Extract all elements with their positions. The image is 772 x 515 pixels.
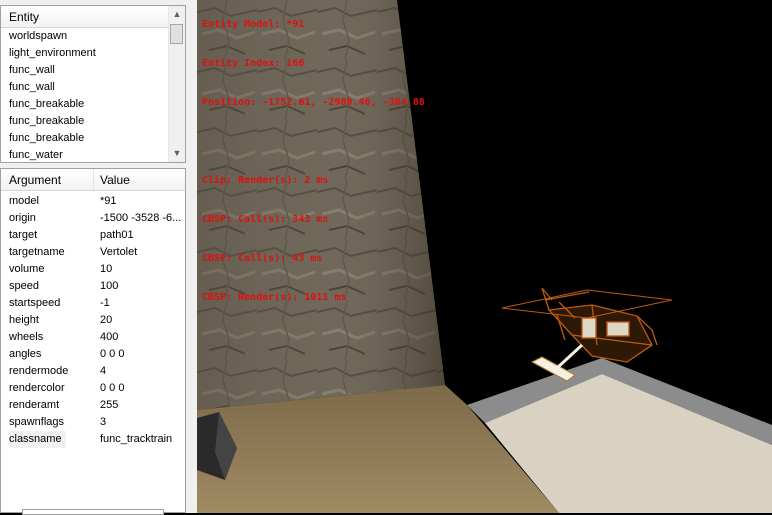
table-row[interactable]: speed 100 xyxy=(1,278,185,295)
hud-stat: Clip: Render(s): 2 ms xyxy=(202,175,329,186)
argument-value[interactable]: 0 0 0 xyxy=(100,346,184,363)
argument-key: classname xyxy=(9,431,66,448)
argument-value[interactable]: *91 xyxy=(100,193,184,210)
hud-entity-index: Entity Index: 166 xyxy=(202,58,305,69)
entity-list-scrollbar[interactable]: ▲ ▼ xyxy=(168,6,185,162)
argument-key: model xyxy=(9,195,39,207)
argument-key: target xyxy=(9,229,38,241)
argument-value[interactable]: 255 xyxy=(100,397,184,414)
argument-value[interactable]: 0 0 0 xyxy=(100,380,184,397)
scrollbar-thumb[interactable] xyxy=(170,24,183,44)
value-edit-field[interactable] xyxy=(22,509,164,515)
entity-list-item[interactable]: func_wall xyxy=(1,79,169,96)
hud-stat: CBSP: Call(s): 343 ms xyxy=(202,214,329,225)
hud-stat: CBSP: Render(s): 1011 ms xyxy=(202,292,347,303)
argument-value[interactable]: -1500 -3528 -6... xyxy=(100,210,184,227)
argument-value[interactable]: Vertolet xyxy=(100,244,184,261)
argument-key: volume xyxy=(9,263,45,275)
helicopter-wireframe xyxy=(501,287,673,363)
argument-value[interactable]: 3 xyxy=(100,414,184,431)
argument-key: rendercolor xyxy=(9,382,65,394)
argument-value[interactable]: path01 xyxy=(100,227,184,244)
argument-key: targetname xyxy=(9,246,65,258)
hud-entity-model: Entity Model: *91 xyxy=(202,19,305,30)
argument-table-header: Argument Value xyxy=(1,169,185,191)
table-row[interactable]: targetname Vertolet xyxy=(1,244,185,261)
table-row[interactable]: volume 10 xyxy=(1,261,185,278)
entity-list-item[interactable]: worldspawn xyxy=(1,28,169,45)
table-row[interactable]: rendercolor 0 0 0 xyxy=(1,380,185,397)
table-row[interactable]: rendermode 4 xyxy=(1,363,185,380)
entity-list-header[interactable]: Entity xyxy=(1,6,169,28)
argument-value[interactable]: 20 xyxy=(100,312,184,329)
chevron-down-icon[interactable]: ▼ xyxy=(169,145,185,162)
table-row[interactable]: renderamt 255 xyxy=(1,397,185,414)
entity-list-item[interactable]: func_wall xyxy=(1,62,169,79)
3d-viewport[interactable]: Entity Model: *91 Entity Index: 166 Posi… xyxy=(197,0,772,513)
entity-list-item[interactable]: func_breakable xyxy=(1,113,169,130)
argument-value[interactable]: 400 xyxy=(100,329,184,346)
value-column-header[interactable]: Value xyxy=(94,169,185,190)
entity-list-item[interactable]: func_breakable xyxy=(1,130,169,147)
argument-value[interactable]: 4 xyxy=(100,363,184,380)
argument-value[interactable]: 100 xyxy=(100,278,184,295)
argument-value[interactable]: -1 xyxy=(100,295,184,312)
table-row[interactable]: startspeed -1 xyxy=(1,295,185,312)
argument-key: startspeed xyxy=(9,297,61,309)
table-row[interactable]: spawnflags 3 xyxy=(1,414,185,431)
argument-key: speed xyxy=(9,280,39,292)
table-row[interactable]: angles 0 0 0 xyxy=(1,346,185,363)
argument-key: spawnflags xyxy=(9,416,65,428)
hud-spacer xyxy=(202,135,425,148)
table-row[interactable]: origin -1500 -3528 -6... xyxy=(1,210,185,227)
table-row[interactable]: model *91 xyxy=(1,193,185,210)
argument-table: Argument Value model *91 origin -1500 -352… xyxy=(0,168,186,513)
entity-inspector-panel: Entity worldspawn light_environment func… xyxy=(0,0,197,515)
argument-column-header[interactable]: Argument xyxy=(1,169,94,190)
chevron-up-icon[interactable]: ▲ xyxy=(169,6,185,23)
argument-key: angles xyxy=(9,348,42,360)
argument-key: wheels xyxy=(9,331,44,343)
table-row[interactable]: height 20 xyxy=(1,312,185,329)
argument-value[interactable]: func_tracktrain xyxy=(100,431,184,448)
debug-overlay: Entity Model: *91 Entity Index: 166 Posi… xyxy=(202,0,425,330)
argument-key: rendermode xyxy=(9,365,69,377)
entity-list[interactable]: Entity worldspawn light_environment func… xyxy=(0,5,186,163)
argument-value[interactable]: 10 xyxy=(100,261,184,278)
entity-list-item[interactable]: light_environment xyxy=(1,45,169,62)
entity-list-item[interactable]: func_breakable xyxy=(1,96,169,113)
argument-key: height xyxy=(9,314,39,326)
hud-stat: CBSP: Call(s): 43 ms xyxy=(202,253,323,264)
table-row[interactable]: wheels 400 xyxy=(1,329,185,346)
table-row-selected[interactable]: classname func_tracktrain xyxy=(1,431,185,448)
argument-key: renderamt xyxy=(9,399,60,411)
hud-position: Position: -1752.61, -2980.46, -304.88 xyxy=(202,97,425,108)
argument-key: origin xyxy=(9,212,36,224)
table-row[interactable]: target path01 xyxy=(1,227,185,244)
entity-list-item[interactable]: func_water xyxy=(1,147,169,162)
